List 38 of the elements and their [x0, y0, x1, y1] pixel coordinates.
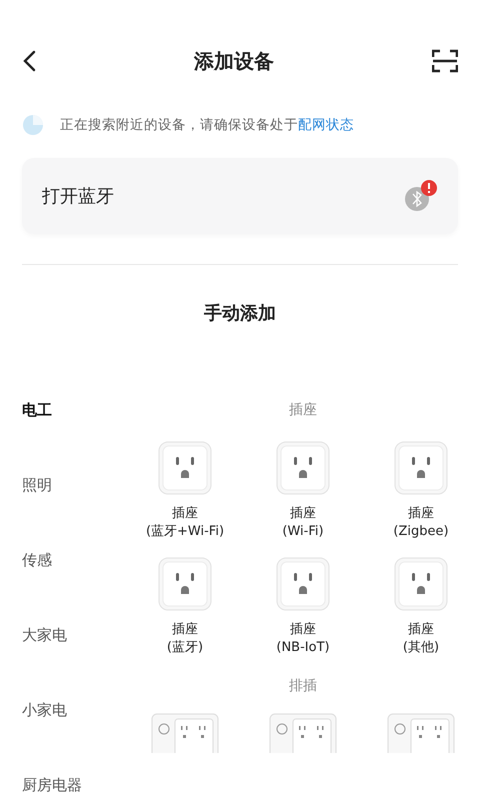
device-name: 插座: [290, 621, 316, 639]
loading-icon: [22, 114, 44, 136]
device-variant: (其他): [402, 639, 440, 657]
device-name: 插座: [172, 505, 198, 523]
category-tab[interactable]: 电工: [22, 399, 126, 421]
socket-icon[interactable]: [158, 441, 212, 495]
category-tab[interactable]: 传感: [22, 549, 126, 571]
device-variant: (NB-IoT): [276, 639, 330, 657]
device-variant: (蓝牙+Wi-Fi): [146, 523, 224, 541]
page-title: 添加设备: [194, 48, 274, 74]
search-hint: 正在搜索附近的设备，请确保设备处于配网状态: [60, 116, 354, 134]
network-mode-link[interactable]: 配网状态: [298, 117, 354, 133]
device-variant: (Zigbee): [393, 523, 449, 541]
device-name: 插座: [290, 505, 316, 523]
category-tab[interactable]: 照明: [22, 474, 126, 496]
back-icon[interactable]: [22, 50, 36, 72]
bluetooth-card[interactable]: 打开蓝牙: [22, 158, 458, 234]
power-strip-icon[interactable]: [269, 713, 337, 753]
power-strip-icon[interactable]: [387, 713, 455, 753]
category-tab[interactable]: 小家电: [22, 699, 126, 721]
group-title: 插座: [289, 401, 317, 419]
category-tab[interactable]: 大家电: [22, 624, 126, 646]
bluetooth-label: 打开蓝牙: [42, 185, 114, 208]
socket-icon[interactable]: [394, 557, 448, 611]
scan-icon[interactable]: [432, 49, 458, 73]
device-variant: (蓝牙): [166, 639, 204, 657]
device-name: 插座: [408, 621, 434, 639]
group-title: 排插: [289, 677, 317, 695]
section-title: 手动添加: [203, 302, 277, 325]
socket-icon[interactable]: [276, 441, 330, 495]
socket-icon[interactable]: [158, 557, 212, 611]
category-tab[interactable]: 厨房电器: [22, 774, 126, 796]
device-name: 插座: [172, 621, 198, 639]
device-variant: (Wi-Fi): [282, 523, 324, 541]
power-strip-icon[interactable]: [151, 713, 219, 753]
device-name: 插座: [408, 505, 434, 523]
socket-icon[interactable]: [394, 441, 448, 495]
socket-icon[interactable]: [276, 557, 330, 611]
